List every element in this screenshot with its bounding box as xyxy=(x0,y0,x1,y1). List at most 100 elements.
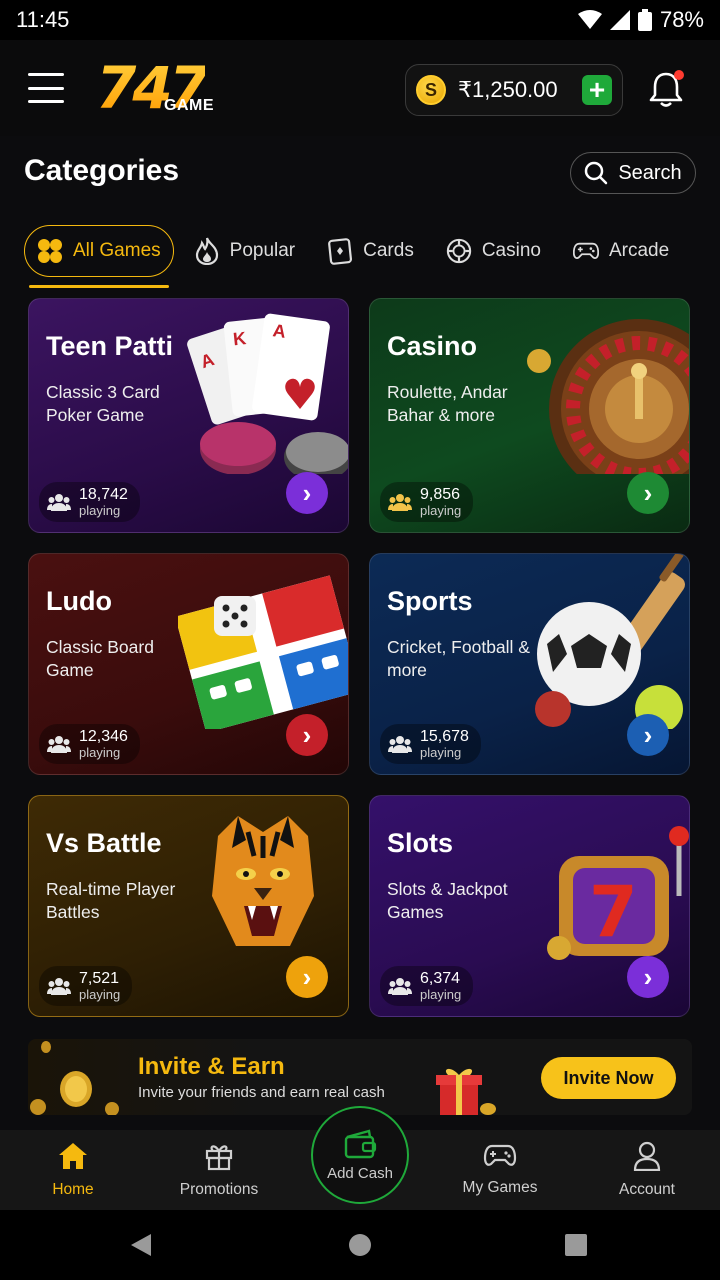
nav-promotions[interactable]: Promotions xyxy=(164,1130,274,1210)
tab-label: All Games xyxy=(73,240,161,261)
game-subtitle: Classic 3 Card Poker Game xyxy=(46,382,160,425)
game-title: Vs Battle xyxy=(46,828,162,858)
nav-label: Add Cash xyxy=(327,1164,393,1182)
signal-icon xyxy=(609,10,630,30)
game-card-ludo[interactable]: Ludo Classic Board Game 12,346 playing › xyxy=(28,553,349,775)
game-title: Slots xyxy=(387,828,454,858)
nav-my-games[interactable]: My Games xyxy=(444,1130,556,1210)
game-subtitle: Real-time Player Battles xyxy=(46,879,176,922)
tab-arcade[interactable]: Arcade xyxy=(572,225,670,277)
gamepad-icon xyxy=(483,1144,517,1166)
recents-icon[interactable] xyxy=(565,1234,587,1256)
invite-subtitle: Invite your friends and earn real cash xyxy=(138,1084,385,1101)
search-icon xyxy=(585,161,608,185)
players-label: playing xyxy=(79,987,121,1002)
notification-button[interactable] xyxy=(648,70,684,108)
game-card-slots[interactable]: 7 Slots Slots & Jackpot Games 6,374 play… xyxy=(369,795,690,1017)
tab-label: Arcade xyxy=(608,240,670,261)
players-number: 15,678 xyxy=(420,728,469,745)
players-count: 9,856 playing xyxy=(380,482,474,522)
svg-text:K: K xyxy=(232,328,247,349)
tab-popular[interactable]: Popular xyxy=(194,225,296,277)
game-card-vs-battle[interactable]: Vs Battle Real-time Player Battles 7,521… xyxy=(28,795,349,1017)
chevron-right-icon[interactable]: › xyxy=(286,714,328,756)
gamepad-icon xyxy=(572,238,599,264)
nav-add-cash[interactable]: Add Cash xyxy=(311,1106,409,1204)
home-circle-icon[interactable] xyxy=(348,1233,372,1257)
back-icon[interactable] xyxy=(129,1232,153,1258)
players-number: 12,346 xyxy=(79,728,128,745)
wallet-balance[interactable]: S ₹1,250.00 + xyxy=(405,64,623,116)
coins-image xyxy=(30,1041,119,1115)
status-icons: 78% xyxy=(577,7,704,33)
game-title: Teen Patti xyxy=(46,331,174,361)
players-count: 18,742 playing xyxy=(39,482,140,522)
chevron-right-icon[interactable]: › xyxy=(627,956,669,998)
players-label: playing xyxy=(420,745,462,760)
game-title: Casino xyxy=(387,331,478,361)
invite-now-button[interactable]: Invite Now xyxy=(541,1057,676,1099)
players-count: 6,374 playing xyxy=(380,966,474,1006)
users-icon xyxy=(47,494,71,511)
chevron-right-icon[interactable]: › xyxy=(627,714,669,756)
menu-button[interactable] xyxy=(28,73,64,103)
players-count: 15,678 playing xyxy=(380,724,481,764)
coin-icon: S xyxy=(416,75,446,105)
players-label: playing xyxy=(420,503,462,518)
tab-label: Cards xyxy=(363,240,414,261)
games-grid: A K A Teen Patti Classic 3 Card Poker Ga… xyxy=(28,298,692,1017)
balance-amount: ₹1,250.00 xyxy=(458,77,558,102)
nav-label: Promotions xyxy=(179,1181,259,1198)
logo-word: GAME xyxy=(164,97,214,114)
invite-banner[interactable]: Invite & Earn Invite your friends and ea… xyxy=(28,1039,692,1115)
players-number: 9,856 xyxy=(420,486,461,503)
players-label: playing xyxy=(79,745,121,760)
search-button[interactable]: Search xyxy=(570,152,696,194)
game-subtitle: Roulette, Andar Bahar & more xyxy=(387,382,508,425)
gift-icon xyxy=(205,1145,233,1171)
battery-level: 78% xyxy=(659,7,704,32)
game-subtitle: Cricket, Football & more xyxy=(387,637,530,680)
status-time: 11:45 xyxy=(16,7,70,32)
game-title: Ludo xyxy=(46,586,112,616)
players-label: playing xyxy=(420,987,462,1002)
users-icon xyxy=(47,978,71,995)
chip-icon xyxy=(446,238,472,264)
game-subtitle: Slots & Jackpot Games xyxy=(387,879,508,922)
search-label: Search xyxy=(618,161,682,184)
app-logo[interactable]: 747 GAME xyxy=(96,53,226,123)
bottom-nav: Home Promotions Add Cash My Games Accoun… xyxy=(0,1106,720,1210)
players-number: 6,374 xyxy=(420,970,461,987)
wifi-icon xyxy=(577,10,602,29)
system-nav-bar xyxy=(0,1210,720,1280)
nav-label: Account xyxy=(618,1181,675,1198)
tab-cards[interactable]: Cards xyxy=(327,225,414,277)
notification-dot xyxy=(674,70,684,80)
page-title: Categories xyxy=(24,154,180,187)
players-number: 7,521 xyxy=(79,970,120,987)
flame-icon xyxy=(194,237,220,265)
game-card-teen-patti[interactable]: A K A Teen Patti Classic 3 Card Poker Ga… xyxy=(28,298,349,533)
players-number: 18,742 xyxy=(79,486,128,503)
menu-bar xyxy=(28,86,64,90)
tab-label: Casino xyxy=(481,240,541,261)
status-bar: 11:45 78% xyxy=(0,0,720,40)
tab-label: Popular xyxy=(229,240,296,261)
game-subtitle: Classic Board Game xyxy=(46,637,154,680)
game-card-casino[interactable]: Casino Roulette, Andar Bahar & more 9,85… xyxy=(369,298,690,533)
tab-all-games[interactable]: All Games xyxy=(24,225,174,288)
game-card-sports[interactable]: Sports Cricket, Football & more 15,678 p… xyxy=(369,553,690,775)
app-header: 747 GAME S ₹1,250.00 + xyxy=(0,40,720,136)
chevron-right-icon[interactable]: › xyxy=(627,472,669,514)
players-label: playing xyxy=(79,503,121,518)
users-icon xyxy=(47,736,71,753)
chevron-right-icon[interactable]: › xyxy=(286,472,328,514)
chevron-right-icon[interactable]: › xyxy=(286,956,328,998)
game-title: Sports xyxy=(387,586,473,616)
home-icon xyxy=(59,1143,87,1169)
add-funds-button[interactable]: + xyxy=(582,75,612,105)
tab-casino[interactable]: Casino xyxy=(446,225,541,277)
nav-home[interactable]: Home xyxy=(18,1130,128,1210)
wallet-icon xyxy=(344,1128,377,1158)
nav-account[interactable]: Account xyxy=(592,1130,702,1210)
